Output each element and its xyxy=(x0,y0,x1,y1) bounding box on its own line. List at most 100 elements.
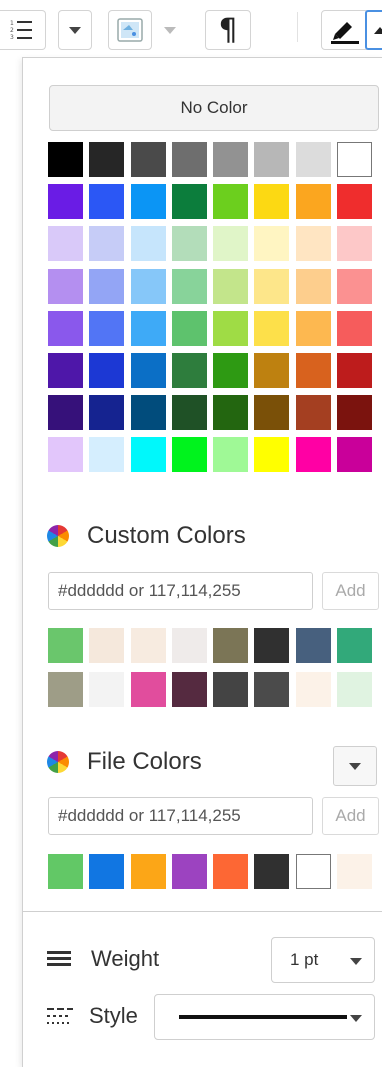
custom-color-swatch[interactable] xyxy=(337,628,373,663)
custom-color-swatch[interactable] xyxy=(48,628,83,663)
color-swatch[interactable] xyxy=(48,268,83,304)
color-swatch[interactable] xyxy=(89,395,125,431)
custom-color-swatch[interactable] xyxy=(254,628,290,663)
color-swatch[interactable] xyxy=(130,437,166,473)
file-color-swatch[interactable] xyxy=(337,854,373,889)
color-swatch[interactable] xyxy=(89,268,125,304)
custom-color-swatch[interactable] xyxy=(254,672,290,707)
color-swatch[interactable] xyxy=(337,268,373,304)
custom-color-swatch[interactable] xyxy=(89,672,125,707)
color-swatch[interactable] xyxy=(48,184,83,220)
color-swatch[interactable] xyxy=(171,310,207,346)
custom-color-swatch[interactable] xyxy=(171,628,207,663)
color-swatch[interactable] xyxy=(213,226,249,262)
line-color-dropdown-button[interactable] xyxy=(365,10,382,50)
color-swatch[interactable] xyxy=(130,268,166,304)
color-swatch[interactable] xyxy=(48,310,83,346)
color-swatch[interactable] xyxy=(213,142,249,177)
custom-color-swatch[interactable] xyxy=(89,628,125,663)
color-swatch[interactable] xyxy=(89,310,125,346)
file-colors-dropdown-button[interactable] xyxy=(333,746,377,786)
color-swatch[interactable] xyxy=(89,184,125,220)
color-swatch[interactable] xyxy=(295,268,331,304)
weight-select[interactable]: 1 pt xyxy=(271,937,375,983)
color-swatch[interactable] xyxy=(213,310,249,346)
color-swatch[interactable] xyxy=(48,352,83,388)
color-swatch[interactable] xyxy=(171,395,207,431)
color-swatch[interactable] xyxy=(337,395,373,431)
color-swatch[interactable] xyxy=(213,268,249,304)
color-swatch[interactable] xyxy=(48,395,83,431)
color-swatch[interactable] xyxy=(48,437,83,473)
style-select[interactable] xyxy=(154,994,375,1040)
color-swatch[interactable] xyxy=(337,142,373,177)
file-color-swatch[interactable] xyxy=(254,854,290,889)
color-swatch[interactable] xyxy=(295,352,331,388)
color-swatch[interactable] xyxy=(295,437,331,473)
custom-color-add-button[interactable]: Add xyxy=(322,572,379,610)
color-swatch[interactable] xyxy=(254,268,290,304)
fill-button[interactable] xyxy=(108,10,152,50)
color-swatch[interactable] xyxy=(295,226,331,262)
no-color-button[interactable]: No Color xyxy=(49,85,379,131)
custom-color-swatch[interactable] xyxy=(130,672,166,707)
color-swatch[interactable] xyxy=(130,310,166,346)
color-swatch[interactable] xyxy=(130,395,166,431)
color-swatch[interactable] xyxy=(48,142,83,177)
color-swatch[interactable] xyxy=(295,142,331,177)
file-color-swatch[interactable] xyxy=(171,854,207,889)
custom-color-input[interactable] xyxy=(48,572,313,610)
custom-color-swatch[interactable] xyxy=(171,672,207,707)
color-swatch[interactable] xyxy=(295,184,331,220)
list-button[interactable]: 1 2 3 xyxy=(0,10,46,50)
color-swatch[interactable] xyxy=(171,142,207,177)
color-swatch[interactable] xyxy=(89,142,125,177)
list-dropdown-button[interactable] xyxy=(58,10,92,50)
fill-dropdown-button[interactable] xyxy=(156,10,184,50)
color-swatch[interactable] xyxy=(295,310,331,346)
line-color-button[interactable] xyxy=(321,10,369,50)
custom-color-swatch[interactable] xyxy=(295,672,331,707)
color-swatch[interactable] xyxy=(171,184,207,220)
color-swatch[interactable] xyxy=(337,310,373,346)
custom-color-swatch[interactable] xyxy=(130,628,166,663)
color-swatch[interactable] xyxy=(337,226,373,262)
custom-color-swatch[interactable] xyxy=(213,628,249,663)
color-swatch[interactable] xyxy=(337,352,373,388)
color-swatch[interactable] xyxy=(130,142,166,177)
file-color-add-button[interactable]: Add xyxy=(322,797,379,835)
color-swatch[interactable] xyxy=(254,184,290,220)
custom-color-swatch[interactable] xyxy=(48,672,83,707)
color-swatch[interactable] xyxy=(254,437,290,473)
color-swatch[interactable] xyxy=(337,184,373,220)
color-swatch[interactable] xyxy=(295,395,331,431)
color-swatch[interactable] xyxy=(254,352,290,388)
color-swatch[interactable] xyxy=(89,226,125,262)
color-swatch[interactable] xyxy=(89,352,125,388)
custom-color-swatch[interactable] xyxy=(337,672,373,707)
custom-color-swatch[interactable] xyxy=(213,672,249,707)
color-swatch[interactable] xyxy=(130,226,166,262)
color-swatch[interactable] xyxy=(89,437,125,473)
file-color-swatch[interactable] xyxy=(295,854,331,889)
file-color-swatch[interactable] xyxy=(89,854,125,889)
color-swatch[interactable] xyxy=(254,395,290,431)
color-swatch[interactable] xyxy=(171,437,207,473)
color-swatch[interactable] xyxy=(171,352,207,388)
color-swatch[interactable] xyxy=(254,310,290,346)
file-color-swatch[interactable] xyxy=(48,854,83,889)
paragraph-button[interactable]: ¶ xyxy=(205,10,251,50)
color-swatch[interactable] xyxy=(130,352,166,388)
color-swatch[interactable] xyxy=(171,268,207,304)
color-swatch[interactable] xyxy=(213,437,249,473)
custom-color-swatch[interactable] xyxy=(295,628,331,663)
color-swatch[interactable] xyxy=(337,437,373,473)
file-color-swatch[interactable] xyxy=(130,854,166,889)
color-swatch[interactable] xyxy=(213,352,249,388)
color-swatch[interactable] xyxy=(213,184,249,220)
file-color-input[interactable] xyxy=(48,797,313,835)
color-swatch[interactable] xyxy=(213,395,249,431)
color-swatch[interactable] xyxy=(254,142,290,177)
color-swatch[interactable] xyxy=(48,226,83,262)
color-swatch[interactable] xyxy=(171,226,207,262)
